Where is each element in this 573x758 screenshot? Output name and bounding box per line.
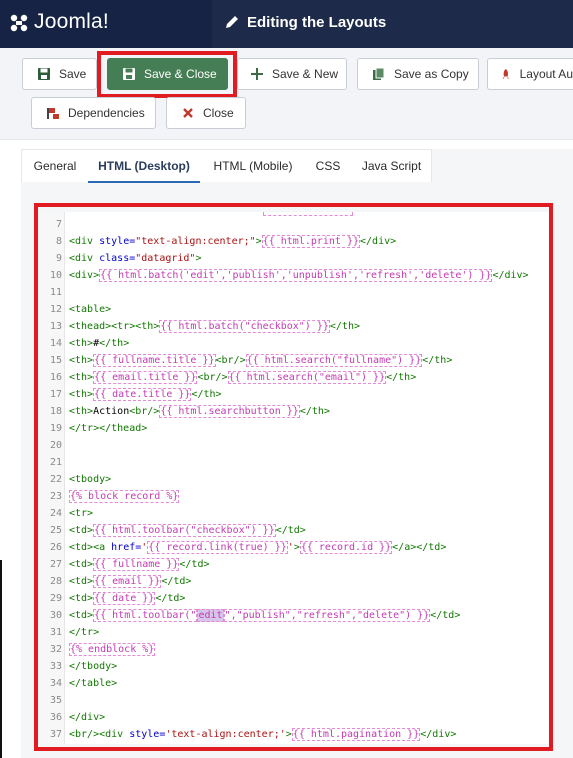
dependencies-label: Dependencies	[68, 106, 145, 120]
close-label: Close	[203, 106, 234, 120]
action-toolbar: Save Save & Close Save & New Save as Cop…	[0, 48, 573, 140]
window-edge	[0, 560, 2, 758]
copy-icon	[373, 67, 385, 80]
save-button[interactable]: Save	[22, 58, 97, 90]
save-new-label: Save & New	[272, 67, 339, 81]
highlight-frame	[97, 51, 237, 98]
layout-auto-label: Layout Au	[519, 67, 573, 81]
tab-bar: General HTML (Desktop) HTML (Mobile) CSS…	[21, 149, 433, 183]
joomla-logo-icon	[10, 14, 28, 32]
close-button[interactable]: Close	[166, 97, 246, 129]
tab-html-desktop[interactable]: HTML (Desktop)	[88, 150, 200, 183]
save-as-copy-label: Save as Copy	[394, 67, 469, 81]
tab-css[interactable]: CSS	[306, 150, 350, 183]
app-header: Joomla! Editing the Layouts	[0, 0, 573, 48]
pencil-icon	[226, 16, 238, 28]
page-title: Editing the Layouts	[247, 14, 387, 31]
save-label: Save	[59, 67, 87, 81]
save-as-copy-button[interactable]: Save as Copy	[357, 58, 479, 90]
brand[interactable]: Joomla!	[0, 0, 212, 48]
panel-edge	[560, 213, 573, 743]
plus-icon	[251, 68, 263, 80]
tab-general[interactable]: General	[22, 150, 88, 183]
save-new-button[interactable]: Save & New	[237, 58, 347, 90]
dependencies-button[interactable]: Dependencies	[31, 97, 156, 129]
highlight-frame	[34, 203, 553, 751]
close-icon	[183, 108, 193, 118]
rocket-icon	[502, 69, 510, 79]
dependencies-icon	[47, 108, 59, 119]
tab-html-mobile[interactable]: HTML (Mobile)	[200, 150, 306, 183]
layout-auto-button[interactable]: Layout Au	[487, 58, 573, 90]
tab-javascript[interactable]: Java Script	[350, 150, 433, 183]
brand-name: Joomla!	[34, 10, 109, 33]
save-icon	[38, 68, 50, 80]
